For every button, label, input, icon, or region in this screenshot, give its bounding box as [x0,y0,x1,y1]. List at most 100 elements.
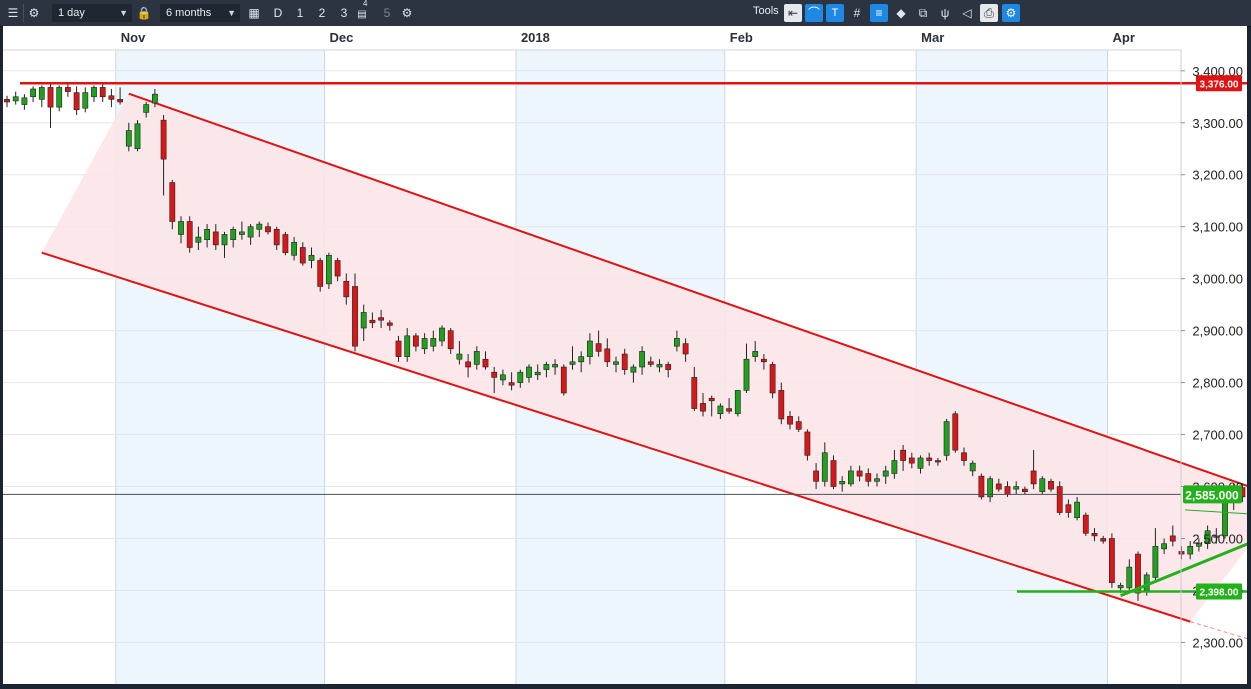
candle-body [430,338,437,347]
chart-area[interactable]: NovDec2018FebMarApr 2,300.002,400.002,50… [3,26,1251,684]
month-label: 2018 [521,30,550,45]
candle-body [360,312,367,329]
candle-body [656,364,663,368]
chevron-down-icon: ▼ [227,8,236,18]
candle-body [343,280,350,298]
candle-body [482,358,489,368]
lock-icon[interactable]: 🔒 [135,4,153,22]
candle-body [491,371,498,378]
label-tool-icon[interactable]: ◁ [958,4,976,22]
candle-body [1169,535,1176,542]
candle-body [299,247,306,264]
draw-5-button[interactable]: 5 [378,4,396,22]
candle-body [1039,478,1046,493]
candle-body [1152,545,1159,578]
candle-body [978,475,985,498]
settings-tool-icon[interactable]: ⚙ [1002,4,1020,22]
draw-d-button[interactable]: D [269,4,287,22]
candle-body [543,364,550,370]
candle-body [508,382,515,386]
candle-body [1161,543,1167,550]
candle-body [534,371,541,376]
text-tool-icon[interactable]: T [826,4,844,22]
chart-list-icon[interactable]: ☰ [4,4,22,22]
candle-body [787,416,793,425]
settings-icon[interactable]: ⚙ [398,4,416,22]
candle-body [700,403,706,412]
candle-body [256,223,263,230]
candle-body [47,87,54,108]
candle-body [439,327,445,342]
candle-body [221,234,228,246]
candle-body [856,470,863,477]
candle-body [273,228,280,246]
candle-body [961,452,967,461]
candle-body [995,483,1002,490]
fibonacci-tool-icon[interactable]: ≡ [870,4,888,22]
curve-tool-icon[interactable]: ⌒ [805,4,823,22]
candle-body [369,319,376,324]
candle-body [4,99,10,103]
draw-4-button[interactable]: 4 ▤ [353,0,371,22]
candle-body [743,358,750,391]
candle-body [874,478,880,482]
candle-body [752,351,759,357]
candle-body [760,358,767,363]
support-price-tag: 2,398.00 [1200,587,1239,598]
candle-body [204,228,210,240]
candle-body [1030,470,1037,485]
candle-body [12,96,19,102]
candle-body [1187,545,1194,555]
draw-1-button[interactable]: 1 [291,4,309,22]
price-tick-label: 2,800.00 [1192,376,1243,391]
gear-icon[interactable]: ⚙ [25,4,43,22]
candle-body [726,408,732,412]
candle-body [604,348,611,363]
candle-body [673,338,680,347]
candle-body [578,356,585,363]
candle-body [395,340,402,357]
pitchfork-tool-icon[interactable]: ψ [936,4,954,22]
candle-body [291,241,297,256]
candle-body [952,413,959,451]
grid-tool-icon[interactable]: # [848,4,866,22]
draw-2-button[interactable]: 2 [313,4,331,22]
candle-body [630,366,637,373]
candle-body [613,361,619,365]
back-arrow-icon[interactable]: ⇤ [784,4,802,22]
candle-body [212,231,219,246]
candle-body [891,460,898,474]
candle-body [499,374,506,381]
candle-body [91,87,97,98]
period-dropdown[interactable]: 6 months ▼ [160,4,240,22]
calendar-icon[interactable]: ▦ [245,4,263,22]
period-value: 6 months [166,7,212,19]
interval-dropdown[interactable]: 1 day ▼ [52,4,132,22]
candle-body [769,364,776,394]
candle-body [595,343,602,352]
candle-body [647,361,654,365]
price-tick-label: 3,200.00 [1192,168,1243,183]
price-tick-label: 2,900.00 [1192,324,1243,339]
draw-4-label: 4 [363,0,368,8]
month-label: Feb [730,30,753,45]
candle-body [421,338,428,350]
candle-body [265,226,271,233]
marker-tool-icon[interactable]: ◆ [892,4,910,22]
candle-body [108,95,115,100]
price-tick-label: 3,000.00 [1192,272,1243,287]
copy-tool-icon[interactable]: ⧉ [914,4,932,22]
candle-body [900,449,906,461]
candle-body [38,87,45,100]
print-icon[interactable]: ⎙ [980,4,998,22]
price-tick-label: 2,700.00 [1192,428,1243,443]
candle-body [73,92,80,111]
candle-body [1065,504,1072,513]
candlestick-chart[interactable]: NovDec2018FebMarApr 2,300.002,400.002,50… [3,26,1251,684]
draw-3-button[interactable]: 3 [335,4,353,22]
candle-body [621,353,628,370]
candle-body [64,87,71,92]
candle-body [82,92,89,109]
candle-body [412,335,419,347]
tools-label[interactable]: Tools [753,1,779,21]
